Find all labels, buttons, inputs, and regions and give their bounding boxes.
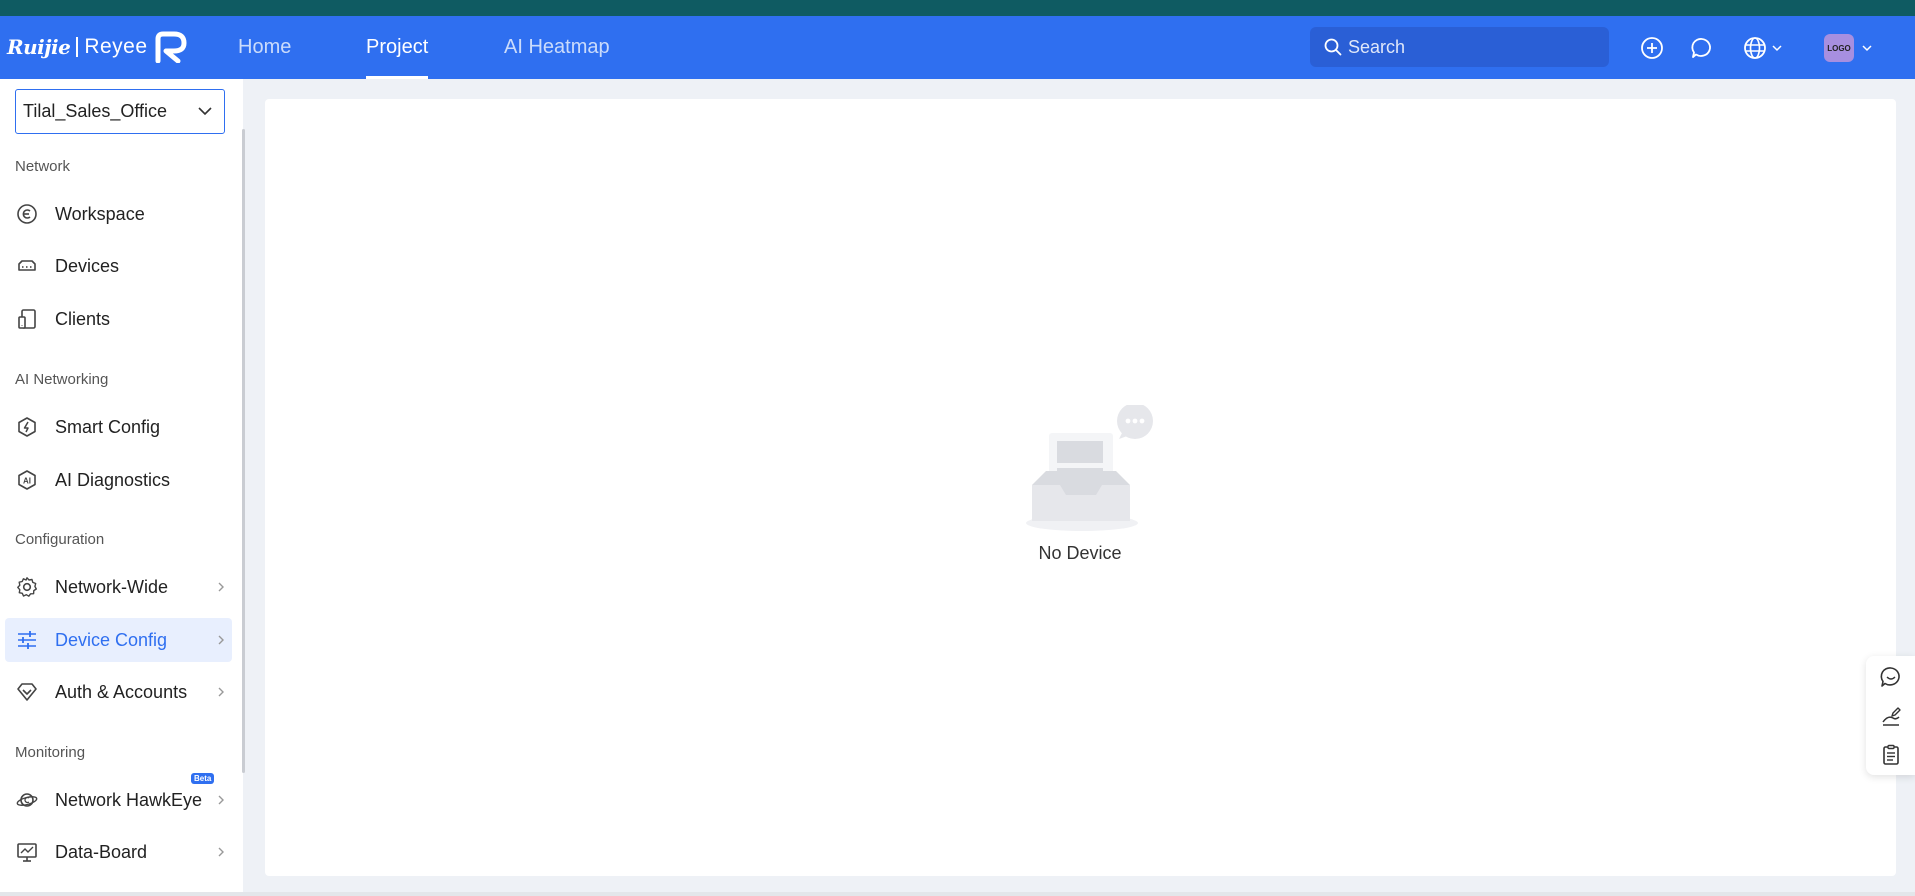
section-configuration: Configuration: [15, 531, 105, 548]
sidebar-item-auth-accounts[interactable]: Auth & Accounts: [5, 670, 232, 714]
brand-logo[interactable]: Ruijie Reyee: [7, 30, 188, 64]
tab-home[interactable]: Home: [238, 16, 291, 79]
sidebar-item-label: Auth & Accounts: [55, 681, 188, 702]
sidebar-item-network-wide[interactable]: Network-Wide: [5, 565, 232, 609]
empty-state-illustration: [1020, 403, 1160, 565]
project-select-value: Tilal_Sales_Office: [23, 101, 168, 121]
search-box[interactable]: [1310, 27, 1609, 67]
sidebar-item-smart-config[interactable]: Smart Config: [5, 405, 232, 449]
project-select[interactable]: Tilal_Sales_Office: [15, 89, 225, 134]
clipboard-icon[interactable]: [1879, 743, 1903, 767]
sidebar-item-label: AI Diagnostics: [55, 469, 171, 490]
sidebar-item-label: Data-Board: [55, 841, 148, 862]
empty-inbox-icon: [1026, 403, 1153, 531]
empty-state-text: No Device: [1038, 543, 1122, 563]
devices-icon: [16, 255, 38, 277]
floating-toolbar: [1866, 656, 1915, 775]
smart-config-icon: [16, 416, 38, 438]
chevron-right-icon: [218, 687, 224, 697]
tab-project[interactable]: Project: [366, 16, 429, 79]
clients-icon: [16, 308, 38, 330]
sidebar-item-workspace[interactable]: Workspace: [5, 192, 232, 236]
planet-icon: [16, 789, 38, 811]
sidebar-item-label: Device Config: [55, 629, 168, 650]
sidebar-item-label: Clients: [55, 308, 111, 329]
diamond-icon: [16, 681, 38, 703]
sidebar-item-device-config[interactable]: Device Config: [5, 618, 232, 662]
monitor-chart-icon: [16, 841, 38, 863]
tab-ai-heatmap[interactable]: AI Heatmap: [504, 16, 610, 79]
sidebar-scrollbar[interactable]: [242, 129, 245, 773]
chevron-right-icon: [218, 635, 224, 645]
chevron-right-icon: [218, 795, 224, 805]
section-ai-networking: AI Networking: [15, 371, 109, 388]
globe-icon: [1744, 37, 1766, 59]
reyee-r-icon: [155, 31, 187, 63]
top-navbar: Ruijie Reyee Home Project AI Heatmap LOG…: [0, 16, 1915, 79]
window-bottom-edge: [0, 892, 1915, 896]
message-icon[interactable]: [1688, 34, 1716, 62]
brand-product: Reyee: [84, 35, 148, 58]
svg-text:AI: AI: [23, 477, 31, 486]
brand-divider: [76, 37, 79, 57]
brand-name: Ruijie: [7, 35, 71, 59]
feedback-icon[interactable]: [1879, 704, 1903, 728]
chevron-down-icon: [198, 107, 212, 116]
sidebar-item-label: Network-Wide: [55, 576, 169, 597]
section-monitoring: Monitoring: [15, 744, 86, 761]
sidebar-item-label: Network HawkEye: [55, 789, 203, 810]
search-icon: [1324, 38, 1342, 56]
workspace-icon: [16, 203, 38, 225]
sliders-icon: [16, 629, 38, 651]
chevron-down-icon[interactable]: [1861, 42, 1873, 54]
sidebar-item-data-board[interactable]: Data-Board: [5, 830, 232, 874]
window-top-strip: [0, 0, 1915, 16]
sidebar-item-label: Devices: [55, 255, 120, 276]
ai-diagnostics-icon: AI: [16, 469, 38, 491]
sidebar-item-network-hawkeye[interactable]: Network HawkEye: [5, 778, 232, 822]
sidebar-item-ai-diagnostics[interactable]: AI AI Diagnostics: [5, 458, 232, 502]
language-dropdown[interactable]: [1743, 34, 1789, 62]
chevron-right-icon: [218, 582, 224, 592]
sidebar-item-label: Workspace: [55, 203, 145, 224]
avatar[interactable]: LOGO: [1824, 34, 1854, 62]
sidebar-item-clients[interactable]: Clients: [5, 297, 232, 341]
sidebar-item-devices[interactable]: Devices: [5, 244, 232, 288]
chat-icon[interactable]: [1879, 665, 1903, 689]
section-network: Network: [15, 158, 71, 175]
gear-icon: [16, 576, 38, 598]
search-input[interactable]: [1348, 36, 1588, 58]
sidebar-item-label: Smart Config: [55, 416, 161, 437]
add-icon[interactable]: [1638, 34, 1666, 62]
chevron-right-icon: [218, 847, 224, 857]
beta-badge: Beta: [191, 773, 215, 784]
chevron-down-icon: [1772, 45, 1782, 52]
